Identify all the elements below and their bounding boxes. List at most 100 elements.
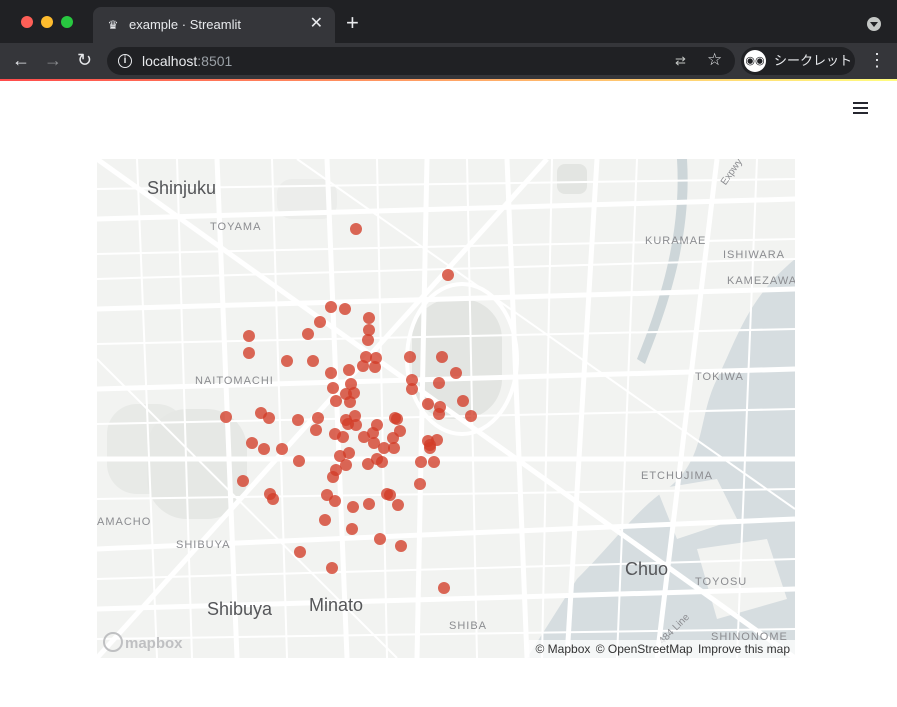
data-point [442,269,454,281]
data-point [350,223,362,235]
data-point [384,489,396,501]
data-point [438,582,450,594]
reload-icon[interactable]: ↻ [77,50,92,70]
browser-tab[interactable]: ♛ example · Streamlit ✕ [93,7,335,43]
data-point [325,367,337,379]
back-arrow-icon[interactable]: ← [12,50,30,70]
data-point [428,456,440,468]
incognito-label: シークレット [774,53,853,68]
data-point [457,395,469,407]
tab-title: example · Streamlit [129,17,241,32]
data-point [325,301,337,313]
close-tab-icon[interactable]: ✕ [310,16,323,32]
data-point [415,456,427,468]
data-point [246,437,258,449]
data-point [436,351,448,363]
data-point [422,398,434,410]
minimize-window-button[interactable] [41,16,53,28]
data-point [327,471,339,483]
data-point [465,410,477,422]
attribution-mapbox-link[interactable]: © Mapbox [536,642,591,656]
url-host: localhost [142,53,198,69]
data-point [319,514,331,526]
new-tab-button[interactable]: + [346,12,359,34]
mapbox-logo-text: mapbox [125,635,183,652]
translate-icon[interactable]: ⇄ [675,53,686,69]
data-point [392,499,404,511]
data-point [327,382,339,394]
menu-line [853,107,868,109]
data-point [326,562,338,574]
data-point [422,435,434,447]
data-point [307,355,319,367]
data-point [363,312,375,324]
data-point [293,455,305,467]
browser-toolbar: ← → ↻ i localhost:8501 ⇄ ☆ ◉◉ シークレット ⋮ [0,43,897,79]
tab-search-button[interactable] [867,17,881,31]
data-point [406,383,418,395]
data-point [404,351,416,363]
data-point [376,456,388,468]
data-point [391,413,403,425]
bookmark-star-icon[interactable]: ☆ [707,51,722,69]
data-point [433,377,445,389]
address-bar[interactable]: i localhost:8501 ⇄ ☆ [107,47,735,75]
data-point [388,442,400,454]
attribution-improve-link[interactable]: Improve this map [698,642,790,656]
data-point [395,540,407,552]
data-point [433,408,445,420]
data-point [220,411,232,423]
data-point [312,412,324,424]
incognito-icon: ◉◉ [744,50,766,72]
forward-arrow-icon[interactable]: → [44,50,62,70]
data-point [314,316,326,328]
map-base [97,159,795,658]
map-canvas[interactable]: Shinjuku TOYAMA KURAMAE ISHIWARA KAMEZAW… [97,159,795,658]
data-point [310,424,322,436]
attribution-osm-link[interactable]: © OpenStreetMap [596,642,693,656]
mapbox-logo[interactable]: mapbox [103,632,183,652]
data-point [267,493,279,505]
data-point [350,419,362,431]
data-point [276,443,288,455]
close-window-button[interactable] [21,16,33,28]
data-point [243,347,255,359]
map-attribution: © Mapbox © OpenStreetMap Improve this ma… [528,640,795,658]
data-point [369,361,381,373]
streamlit-crown-icon: ♛ [107,18,119,32]
data-point [281,355,293,367]
data-point [363,498,375,510]
data-point [339,303,351,315]
data-point [346,523,358,535]
maximize-window-button[interactable] [61,16,73,28]
data-point [374,533,386,545]
data-point [357,360,369,372]
data-point [344,396,356,408]
incognito-badge[interactable]: ◉◉ シークレット [741,47,855,75]
data-point [347,501,359,513]
browser-menu-icon[interactable]: ⋮ [868,50,886,70]
data-point [258,443,270,455]
data-point [294,546,306,558]
data-point [450,367,462,379]
data-point [329,495,341,507]
url-text[interactable]: localhost:8501 [142,53,232,69]
info-icon[interactable]: i [118,54,132,68]
data-point [237,475,249,487]
data-point [362,334,374,346]
data-point [243,330,255,342]
data-point [292,414,304,426]
data-point [414,478,426,490]
menu-line [853,102,868,104]
data-point [343,364,355,376]
menu-line [853,112,868,114]
data-point [329,428,341,440]
hamburger-menu-icon[interactable] [853,101,868,115]
tab-strip: ♛ example · Streamlit ✕ + [0,0,897,43]
data-point [302,328,314,340]
data-point [330,395,342,407]
data-point [263,412,275,424]
park-area [557,164,587,194]
url-port: :8501 [197,53,233,69]
data-point [358,431,370,443]
